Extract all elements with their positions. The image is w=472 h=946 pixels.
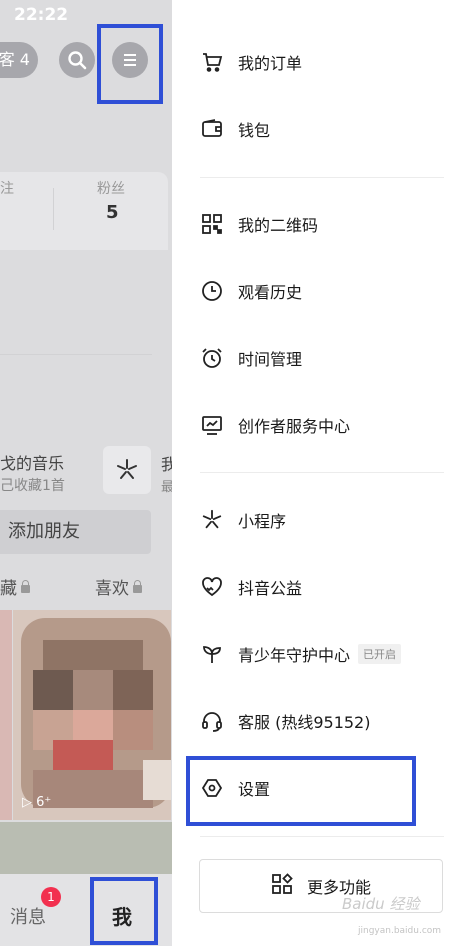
headset-icon [200, 709, 224, 733]
search-icon [68, 51, 87, 70]
mini-program-icon [200, 508, 224, 532]
baidu-watermark-url: jingyan.baidu.com [358, 926, 442, 936]
menu-item-label: 观看历史 [238, 283, 303, 302]
stat-value-followers[interactable]: 5 [106, 202, 119, 223]
menu-item-label: 青少年守护中心 [238, 646, 351, 665]
menu-item-label: 客服 (热线95152) [238, 713, 371, 732]
tab-likes-label: 喜欢 [95, 579, 129, 599]
menu-item-label: 创作者服务中心 [238, 417, 351, 436]
clock-icon [200, 279, 224, 303]
stats-card [0, 172, 168, 250]
menu-item-wallet[interactable]: 钱包 [200, 109, 450, 149]
menu-item-label: 抖音公益 [238, 579, 303, 598]
menu-item-charity[interactable]: 抖音公益 [200, 567, 450, 607]
menu-divider [200, 836, 444, 837]
tab-collection[interactable]: 藏 [0, 574, 30, 599]
video-thumbnail-partial[interactable] [0, 610, 12, 820]
nav-messages[interactable]: 消息 [10, 903, 46, 929]
menu-item-teen-guardian[interactable]: 青少年守护中心 已开启 [200, 634, 450, 674]
settings-highlight-box [186, 756, 416, 826]
messages-badge: 1 [41, 887, 61, 907]
menu-item-label: 钱包 [238, 121, 271, 140]
lock-icon [21, 580, 30, 593]
stats-divider [53, 188, 54, 230]
mini-card-label: 我 [161, 455, 172, 474]
search-button[interactable] [59, 42, 95, 78]
section-divider [0, 354, 152, 355]
tab-likes[interactable]: 喜欢 [95, 574, 142, 599]
mini-program-card[interactable] [103, 446, 151, 494]
me-highlight-box [90, 877, 158, 945]
video-thumbnail[interactable] [13, 610, 171, 820]
sprout-icon [200, 642, 224, 666]
side-drawer-menu: 我的订单 钱包 我的二维码 观看历史 时间管理 创作者服务中心 小程序 抖音公益… [172, 0, 472, 946]
menu-divider [200, 177, 444, 178]
menu-divider [200, 472, 444, 473]
menu-item-label: 我的订单 [238, 54, 303, 73]
visitor-pill[interactable]: 客 4 [0, 42, 38, 78]
add-friend-button[interactable]: 添加朋友 [0, 510, 151, 554]
heart-hands-icon [200, 575, 224, 599]
status-time: 22:22 [14, 5, 69, 25]
profile-page-dimmed[interactable]: 22:22 客 4 注 粉丝 5 戈的音乐 己收藏1首 我 最 添加朋友 藏 喜… [0, 0, 172, 946]
menu-item-mini-programs[interactable]: 小程序 [200, 500, 450, 540]
baidu-watermark: Baidu 经验 [342, 895, 420, 913]
menu-item-qrcode[interactable]: 我的二维码 [200, 204, 450, 244]
my-music-title[interactable]: 戈的音乐 [0, 450, 64, 474]
qrcode-icon [200, 212, 224, 236]
menu-item-label: 小程序 [238, 512, 287, 531]
wallet-icon [200, 117, 224, 141]
mini-card-sub: 最 [161, 480, 172, 495]
cart-icon [200, 50, 224, 74]
tab-collection-label: 藏 [0, 579, 17, 599]
my-music-subtitle: 己收藏1首 [0, 478, 65, 494]
menu-item-orders[interactable]: 我的订单 [200, 42, 450, 82]
menu-item-label: 我的二维码 [238, 216, 319, 235]
menu-item-watch-history[interactable]: 观看历史 [200, 271, 450, 311]
menu-item-creator-center[interactable]: 创作者服务中心 [200, 405, 450, 445]
alarm-icon [200, 346, 224, 370]
stat-label-following: 注 [0, 181, 14, 197]
video-thumbnail-row2[interactable] [0, 822, 172, 874]
menu-item-label: 时间管理 [238, 350, 303, 369]
video-play-count: ▷ 6⁺ [22, 795, 52, 810]
mini-program-icon [117, 459, 137, 479]
menu-item-time-management[interactable]: 时间管理 [200, 338, 450, 378]
lock-icon [133, 580, 142, 593]
grid-apps-icon [271, 873, 293, 899]
menu-highlight-box [97, 24, 163, 104]
status-tag: 已开启 [358, 644, 402, 664]
menu-item-customer-service[interactable]: 客服 (热线95152) [200, 701, 450, 741]
monitor-chart-icon [200, 413, 224, 437]
stat-label-followers[interactable]: 粉丝 [97, 178, 125, 198]
